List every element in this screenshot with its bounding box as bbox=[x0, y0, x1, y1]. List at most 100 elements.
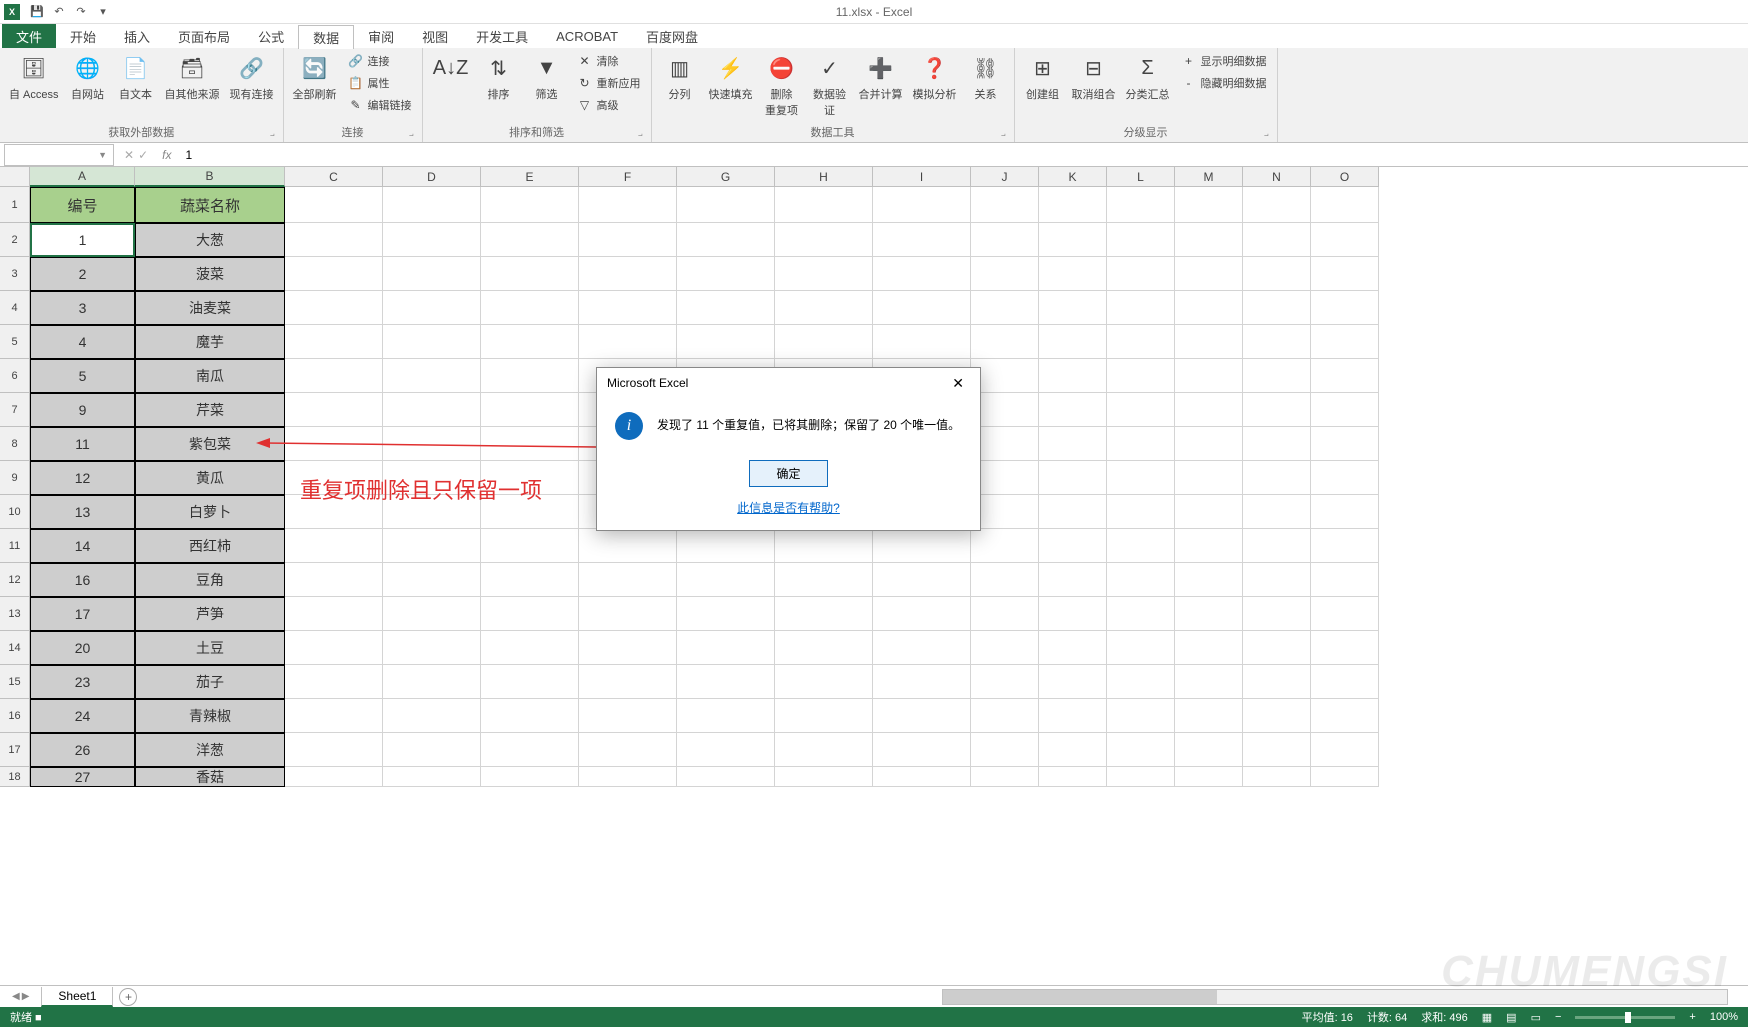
cell-M18[interactable] bbox=[1175, 767, 1243, 787]
cell-H5[interactable] bbox=[775, 325, 873, 359]
cell-K4[interactable] bbox=[1039, 291, 1107, 325]
cell-A7[interactable]: 9 bbox=[30, 393, 135, 427]
cell-D5[interactable] bbox=[383, 325, 481, 359]
cell-A15[interactable]: 23 bbox=[30, 665, 135, 699]
cell-G18[interactable] bbox=[677, 767, 775, 787]
col-header-E[interactable]: E bbox=[481, 167, 579, 187]
row-header-15[interactable]: 15 bbox=[0, 665, 30, 699]
cell-E17[interactable] bbox=[481, 733, 579, 767]
cell-B2[interactable]: 大葱 bbox=[135, 223, 285, 257]
col-header-I[interactable]: I bbox=[873, 167, 971, 187]
cell-E11[interactable] bbox=[481, 529, 579, 563]
col-header-F[interactable]: F bbox=[579, 167, 677, 187]
cell-M4[interactable] bbox=[1175, 291, 1243, 325]
ribbon-tab-公式[interactable]: 公式 bbox=[244, 24, 298, 48]
cell-A3[interactable]: 2 bbox=[30, 257, 135, 291]
cell-F18[interactable] bbox=[579, 767, 677, 787]
redo-icon[interactable]: ↷ bbox=[72, 3, 90, 21]
row-header-10[interactable]: 10 bbox=[0, 495, 30, 529]
col-header-J[interactable]: J bbox=[971, 167, 1039, 187]
cell-L16[interactable] bbox=[1107, 699, 1175, 733]
cell-H17[interactable] bbox=[775, 733, 873, 767]
cell-A17[interactable]: 26 bbox=[30, 733, 135, 767]
cell-F2[interactable] bbox=[579, 223, 677, 257]
cell-O18[interactable] bbox=[1311, 767, 1379, 787]
cell-E4[interactable] bbox=[481, 291, 579, 325]
cancel-formula-icon[interactable]: ✕ bbox=[124, 148, 134, 162]
cell-C17[interactable] bbox=[285, 733, 383, 767]
ribbon-tab-页面布局[interactable]: 页面布局 bbox=[164, 24, 244, 48]
cell-B1[interactable]: 蔬菜名称 bbox=[135, 187, 285, 223]
cell-N3[interactable] bbox=[1243, 257, 1311, 291]
cell-N4[interactable] bbox=[1243, 291, 1311, 325]
cell-B14[interactable]: 土豆 bbox=[135, 631, 285, 665]
row-header-13[interactable]: 13 bbox=[0, 597, 30, 631]
cell-B3[interactable]: 菠菜 bbox=[135, 257, 285, 291]
cell-L14[interactable] bbox=[1107, 631, 1175, 665]
cell-I17[interactable] bbox=[873, 733, 971, 767]
cell-E3[interactable] bbox=[481, 257, 579, 291]
cell-M9[interactable] bbox=[1175, 461, 1243, 495]
cell-A12[interactable]: 16 bbox=[30, 563, 135, 597]
cell-I14[interactable] bbox=[873, 631, 971, 665]
cell-C16[interactable] bbox=[285, 699, 383, 733]
cell-G16[interactable] bbox=[677, 699, 775, 733]
cell-J14[interactable] bbox=[971, 631, 1039, 665]
horizontal-scrollbar[interactable] bbox=[942, 989, 1728, 1005]
cell-M6[interactable] bbox=[1175, 359, 1243, 393]
cell-D15[interactable] bbox=[383, 665, 481, 699]
cell-I13[interactable] bbox=[873, 597, 971, 631]
cell-G11[interactable] bbox=[677, 529, 775, 563]
col-header-D[interactable]: D bbox=[383, 167, 481, 187]
cell-G15[interactable] bbox=[677, 665, 775, 699]
cell-J16[interactable] bbox=[971, 699, 1039, 733]
close-icon[interactable]: ✕ bbox=[946, 373, 970, 394]
cell-K8[interactable] bbox=[1039, 427, 1107, 461]
cell-N16[interactable] bbox=[1243, 699, 1311, 733]
ribbon-btn-自 Access[interactable]: 🗄自 Access bbox=[6, 50, 62, 120]
ribbon-btn-显示明细数据[interactable]: +显示明细数据 bbox=[1177, 50, 1271, 72]
ribbon-btn-隐藏明细数据[interactable]: -隐藏明细数据 bbox=[1177, 72, 1271, 94]
zoom-level[interactable]: 100% bbox=[1710, 1011, 1738, 1023]
ribbon-tab-百度网盘[interactable]: 百度网盘 bbox=[632, 24, 712, 48]
cell-N1[interactable] bbox=[1243, 187, 1311, 223]
cell-M7[interactable] bbox=[1175, 393, 1243, 427]
cell-I5[interactable] bbox=[873, 325, 971, 359]
cell-J10[interactable] bbox=[971, 495, 1039, 529]
cell-K1[interactable] bbox=[1039, 187, 1107, 223]
cell-G2[interactable] bbox=[677, 223, 775, 257]
cell-E12[interactable] bbox=[481, 563, 579, 597]
zoom-in-button[interactable]: + bbox=[1689, 1011, 1695, 1023]
ribbon-btn-分列[interactable]: ▥分列 bbox=[658, 50, 702, 120]
cell-L15[interactable] bbox=[1107, 665, 1175, 699]
ribbon-btn-自网站[interactable]: 🌐自网站 bbox=[66, 50, 110, 120]
col-header-A[interactable]: A bbox=[30, 167, 135, 187]
cell-E15[interactable] bbox=[481, 665, 579, 699]
cell-D8[interactable] bbox=[383, 427, 481, 461]
cell-J18[interactable] bbox=[971, 767, 1039, 787]
ribbon-btn-自其他来源[interactable]: 🗃自其他来源 bbox=[162, 50, 223, 120]
ribbon-tab-数据[interactable]: 数据 bbox=[298, 25, 354, 49]
cell-J5[interactable] bbox=[971, 325, 1039, 359]
cell-O11[interactable] bbox=[1311, 529, 1379, 563]
cell-N10[interactable] bbox=[1243, 495, 1311, 529]
cell-J9[interactable] bbox=[971, 461, 1039, 495]
cell-J3[interactable] bbox=[971, 257, 1039, 291]
cell-K17[interactable] bbox=[1039, 733, 1107, 767]
save-icon[interactable]: 💾 bbox=[28, 3, 46, 21]
ribbon-tab-开发工具[interactable]: 开发工具 bbox=[462, 24, 542, 48]
cell-G14[interactable] bbox=[677, 631, 775, 665]
cell-B6[interactable]: 南瓜 bbox=[135, 359, 285, 393]
col-header-G[interactable]: G bbox=[677, 167, 775, 187]
cell-N17[interactable] bbox=[1243, 733, 1311, 767]
cell-J6[interactable] bbox=[971, 359, 1039, 393]
cell-C6[interactable] bbox=[285, 359, 383, 393]
ribbon-btn-高级[interactable]: ▽高级 bbox=[573, 94, 645, 116]
cell-B12[interactable]: 豆角 bbox=[135, 563, 285, 597]
ribbon-btn-合并计算[interactable]: ➕合并计算 bbox=[856, 50, 906, 120]
add-sheet-button[interactable]: + bbox=[119, 988, 137, 1006]
cell-M13[interactable] bbox=[1175, 597, 1243, 631]
cell-J15[interactable] bbox=[971, 665, 1039, 699]
ribbon-tab-插入[interactable]: 插入 bbox=[110, 24, 164, 48]
cell-C10[interactable] bbox=[285, 495, 383, 529]
